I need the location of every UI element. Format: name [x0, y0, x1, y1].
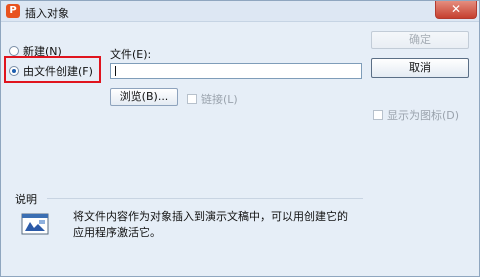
cancel-button[interactable]: 取消 [371, 58, 469, 78]
display-as-icon-row[interactable]: 显示为图标(D) [373, 107, 459, 123]
radio-create-from-file[interactable]: 由文件创建(F) [9, 63, 93, 79]
text-caret [115, 66, 116, 76]
document-chart-icon [21, 213, 49, 235]
app-icon: P [6, 4, 20, 18]
close-button[interactable]: ✕ [435, 1, 477, 19]
radio-create-from-file-label: 由文件创建(F) [23, 65, 93, 78]
description-line-1: 将文件内容作为对象插入到演示文稿中，可以用创建它的 [73, 210, 348, 223]
link-checkbox-row[interactable]: 链接(L) [187, 91, 238, 107]
file-path-input[interactable] [110, 63, 362, 79]
description-text: 将文件内容作为对象插入到演示文稿中，可以用创建它的 应用程序激活它。 [73, 209, 363, 241]
ok-button[interactable]: 确定 [371, 31, 469, 49]
description-line-2: 应用程序激活它。 [73, 226, 161, 239]
display-as-icon-checkbox[interactable] [373, 110, 383, 120]
insert-object-dialog: P 插入对象 ✕ 新建(N) 由文件创建(F) 文件(E): 浏览(B)... … [0, 0, 480, 277]
description-panel: 将文件内容作为对象插入到演示文稿中，可以用创建它的 应用程序激活它。 [15, 201, 362, 249]
close-icon: ✕ [450, 2, 462, 16]
dialog-title: 插入对象 [25, 7, 69, 20]
radio-circle-icon[interactable] [9, 46, 19, 56]
browse-button[interactable]: 浏览(B)... [110, 88, 178, 106]
description-divider [47, 198, 363, 199]
radio-selected-icon[interactable] [9, 66, 19, 76]
display-as-icon-label: 显示为图标(D) [387, 109, 460, 122]
title-bar: P 插入对象 ✕ [1, 1, 479, 22]
link-checkbox-label: 链接(L) [201, 93, 238, 106]
file-label: 文件(E): [110, 48, 152, 61]
link-checkbox[interactable] [187, 94, 197, 104]
